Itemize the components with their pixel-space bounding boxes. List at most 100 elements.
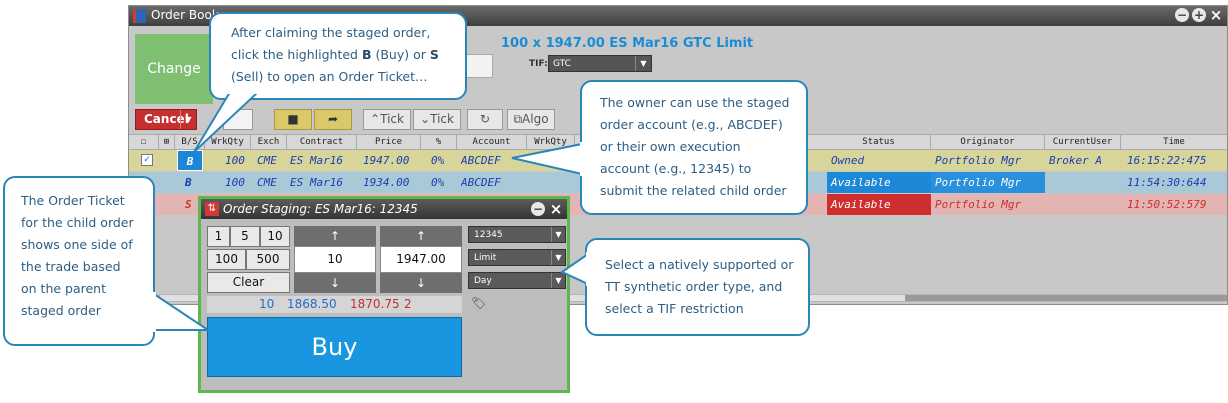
tick-down-button[interactable]: ⌄Tick xyxy=(413,109,461,130)
forward-arrow-icon: ➦ xyxy=(327,112,339,126)
callout-line: for the child order xyxy=(21,215,134,230)
tick-up-button[interactable]: ⌃Tick xyxy=(363,109,411,130)
contract-cell: ES Mar16 xyxy=(290,154,343,167)
order-staging-title: Order Staging: ES Mar16: 12345 xyxy=(223,202,418,216)
external-link-icon: ⧉ xyxy=(513,112,523,126)
callout-line: submit the related child order xyxy=(600,183,787,198)
callout-line: or their own execution xyxy=(600,139,741,154)
col-currentuser[interactable]: CurrentUser xyxy=(1045,135,1121,149)
status-badge: Available xyxy=(827,172,931,193)
quantity-stepper: ↑ 10 ↓ xyxy=(294,226,376,293)
buy-button[interactable]: Buy xyxy=(207,317,462,377)
arrow-down-icon[interactable]: ↓ xyxy=(294,273,376,293)
quantity-input[interactable]: 10 xyxy=(294,246,376,273)
qty-10-button[interactable]: 10 xyxy=(260,226,290,247)
callout-order-ticket: The Order Ticket for the child order sho… xyxy=(3,176,155,346)
close-icon[interactable]: × xyxy=(1209,8,1223,23)
order-type-select[interactable]: Limit ▼ xyxy=(468,249,566,266)
originator-cell: Portfolio Mgr xyxy=(935,198,1022,211)
bid-price: 1868.50 xyxy=(287,297,337,311)
callout-line: click the highlighted B (Buy) or S xyxy=(231,47,439,62)
price-stepper: ↑ 1947.00 ↓ xyxy=(380,226,462,293)
callout-line: The owner can use the staged xyxy=(600,95,790,110)
status-cell: Owned xyxy=(831,154,865,167)
col-originator[interactable]: Originator xyxy=(931,135,1045,149)
col-status[interactable]: Status xyxy=(827,135,931,149)
callout-line: select a TIF restriction xyxy=(605,301,744,316)
qty-100-button[interactable]: 100 xyxy=(207,249,246,270)
account-cell: ABCDEF xyxy=(461,154,501,167)
arrow-down-icon[interactable]: ↓ xyxy=(380,273,462,293)
exch-cell: CME xyxy=(257,176,277,189)
qty-1-button[interactable]: 1 xyxy=(207,226,230,247)
qty-500-button[interactable]: 500 xyxy=(246,249,290,270)
minimize-icon[interactable]: − xyxy=(1175,8,1189,22)
stop-icon: ■ xyxy=(287,112,299,126)
pct-cell: 0% xyxy=(431,154,445,167)
callout-line: the trade based xyxy=(21,259,121,274)
forward-button[interactable]: ➦ xyxy=(314,109,352,130)
col-price[interactable]: Price xyxy=(357,135,421,149)
add-icon[interactable]: + xyxy=(1192,8,1206,22)
tif-select-value: GTC xyxy=(553,59,571,69)
scrollbar-thumb[interactable] xyxy=(905,295,1227,301)
order-staging-window: ⇅ Order Staging: ES Mar16: 12345 − × 1 5… xyxy=(198,196,570,393)
callout-line: shows one side of xyxy=(21,237,133,252)
account-select[interactable]: 12345 ▼ xyxy=(468,226,566,243)
tif-label: TIF: xyxy=(529,59,548,69)
clear-button[interactable]: Clear xyxy=(207,272,290,293)
select-all-checkbox[interactable]: ☐ xyxy=(129,135,159,149)
time-cell: 11:54:30:644 xyxy=(1127,176,1207,189)
tag-icon[interactable]: 🏷 xyxy=(471,296,486,310)
col-pct[interactable]: % xyxy=(421,135,457,149)
algo-button[interactable]: ⧉Algo xyxy=(507,109,555,130)
price-cell: 1947.00 xyxy=(363,154,410,167)
qty-cell: 100 xyxy=(225,176,245,189)
tif-select[interactable]: GTC ▼ xyxy=(548,55,652,72)
screenshot-root: Order Book − + × Change 100 x 1947.00 ES… xyxy=(0,0,1228,403)
stop-button[interactable]: ■ xyxy=(274,109,312,130)
side-cell[interactable]: B xyxy=(185,172,192,193)
price-input[interactable]: 1947.00 xyxy=(380,246,462,273)
row-checkbox[interactable]: ✓ xyxy=(141,154,153,166)
arrow-up-icon[interactable]: ↑ xyxy=(294,226,376,246)
qty-5-button[interactable]: 5 xyxy=(230,226,260,247)
callout-line: TT synthetic order type, and xyxy=(605,279,783,294)
time-cell: 16:15:22:475 xyxy=(1127,154,1207,167)
chevron-down-icon: ▼ xyxy=(551,227,565,242)
callout-line: order account (e.g., ABCDEF) xyxy=(600,117,783,132)
originator-cell: Portfolio Mgr xyxy=(935,154,1022,167)
ask-qty: 2 xyxy=(404,297,412,311)
time-cell: 11:50:52:579 xyxy=(1127,198,1207,211)
col-time[interactable]: Time xyxy=(1121,135,1227,149)
chevron-down-icon: ▼ xyxy=(635,56,651,71)
price-cell: 1934.00 xyxy=(363,176,410,189)
account-select-value: 12345 xyxy=(474,230,503,240)
refresh-button[interactable]: ↻ xyxy=(467,109,503,130)
minimize-icon[interactable]: − xyxy=(531,202,545,216)
order-type-value: Limit xyxy=(474,253,497,263)
callout-line: on the parent xyxy=(21,281,107,296)
tif-value: Day xyxy=(474,276,492,286)
order-staging-titlebar: ⇅ Order Staging: ES Mar16: 12345 − × xyxy=(201,199,567,219)
account-cell: ABCDEF xyxy=(461,176,501,189)
tif-select[interactable]: Day ▼ xyxy=(468,272,566,289)
pct-cell: 0% xyxy=(431,176,445,189)
close-icon[interactable]: × xyxy=(549,202,563,217)
callout-pointer xyxy=(560,250,590,290)
app-icon xyxy=(133,9,146,23)
col-contract[interactable]: Contract xyxy=(287,135,357,149)
callout-account: The owner can use the staged order accou… xyxy=(580,80,808,215)
callout-pointer xyxy=(150,290,212,338)
tick-up-label: Tick xyxy=(380,112,404,126)
cancel-button[interactable]: Cancel ▼ xyxy=(135,109,197,130)
arrow-up-icon[interactable]: ↑ xyxy=(380,226,462,246)
callout-line: After claiming the staged order, xyxy=(231,25,431,40)
callout-line: (Sell) to open an Order Ticket… xyxy=(231,69,428,84)
side-cell[interactable]: S xyxy=(185,194,192,215)
status-badge: Available xyxy=(827,194,931,215)
order-summary: 100 x 1947.00 ES Mar16 GTC Limit xyxy=(501,36,754,51)
expand-icon[interactable]: ⊞ xyxy=(159,135,175,149)
callout-line: staged order xyxy=(21,303,101,318)
contract-cell: ES Mar16 xyxy=(290,176,343,189)
